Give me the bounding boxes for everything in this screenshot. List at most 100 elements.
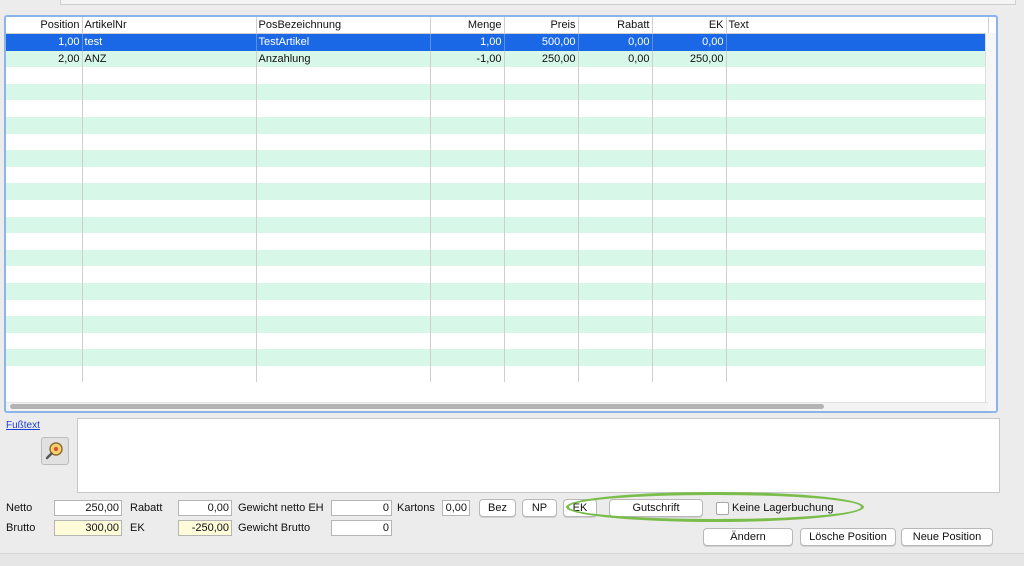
empty-cell[interactable] xyxy=(726,299,989,317)
aendern-button[interactable]: Ändern xyxy=(703,528,793,546)
keine-lagerbuchung-checkbox[interactable] xyxy=(716,502,729,515)
cell-menge[interactable]: 1,00 xyxy=(430,33,505,51)
positions-grid[interactable]: Position ArtikelNr PosBezeichnung Menge Prei… xyxy=(4,15,998,413)
empty-cell[interactable] xyxy=(256,349,431,366)
empty-cell[interactable] xyxy=(256,116,431,134)
empty-cell[interactable] xyxy=(652,316,727,333)
np-button[interactable]: NP xyxy=(522,499,557,517)
empty-cell[interactable] xyxy=(726,150,989,167)
empty-cell[interactable] xyxy=(504,199,579,217)
empty-cell[interactable] xyxy=(578,116,653,134)
empty-cell[interactable] xyxy=(256,316,431,333)
column-header-artikelnr[interactable]: ArtikelNr xyxy=(82,17,257,34)
empty-cell[interactable] xyxy=(726,282,989,300)
empty-cell[interactable] xyxy=(430,266,505,283)
table-row-empty[interactable] xyxy=(6,183,989,200)
empty-cell[interactable] xyxy=(726,249,989,267)
empty-cell[interactable] xyxy=(256,67,431,84)
empty-cell[interactable] xyxy=(726,67,989,84)
empty-cell[interactable] xyxy=(430,249,505,267)
empty-cell[interactable] xyxy=(652,199,727,217)
empty-cell[interactable] xyxy=(256,166,431,184)
empty-cell[interactable] xyxy=(504,365,579,383)
empty-cell[interactable] xyxy=(82,133,257,151)
empty-cell[interactable] xyxy=(6,266,83,283)
empty-cell[interactable] xyxy=(82,233,257,250)
empty-cell[interactable] xyxy=(6,249,83,267)
table-row-empty[interactable] xyxy=(6,332,989,350)
empty-cell[interactable] xyxy=(726,166,989,184)
table-row-empty[interactable] xyxy=(6,116,989,134)
empty-cell[interactable] xyxy=(504,249,579,267)
empty-cell[interactable] xyxy=(726,349,989,366)
empty-cell[interactable] xyxy=(726,365,989,383)
empty-cell[interactable] xyxy=(726,266,989,283)
empty-cell[interactable] xyxy=(726,332,989,350)
horizontal-scrollbar[interactable] xyxy=(6,402,988,411)
empty-cell[interactable] xyxy=(430,282,505,300)
column-header-text[interactable]: Text xyxy=(726,17,989,34)
ek-button[interactable]: EK xyxy=(563,499,597,517)
gewicht-brutto-field[interactable]: 0 xyxy=(331,520,392,536)
empty-cell[interactable] xyxy=(256,83,431,101)
cell-posbez[interactable]: Anzahlung xyxy=(256,50,431,68)
table-row-empty[interactable] xyxy=(6,67,989,84)
column-header-ek[interactable]: EK xyxy=(652,17,727,34)
empty-cell[interactable] xyxy=(652,216,727,234)
empty-cell[interactable] xyxy=(430,299,505,317)
table-row-empty[interactable] xyxy=(6,233,989,250)
empty-cell[interactable] xyxy=(82,249,257,267)
table-row-empty[interactable] xyxy=(6,299,989,317)
empty-cell[interactable] xyxy=(578,67,653,84)
empty-cell[interactable] xyxy=(82,67,257,84)
empty-cell[interactable] xyxy=(726,116,989,134)
empty-cell[interactable] xyxy=(652,100,727,117)
empty-cell[interactable] xyxy=(256,183,431,200)
gewicht-netto-field[interactable]: 0 xyxy=(331,500,392,516)
empty-cell[interactable] xyxy=(652,116,727,134)
empty-cell[interactable] xyxy=(430,365,505,383)
empty-cell[interactable] xyxy=(6,150,83,167)
empty-cell[interactable] xyxy=(726,233,989,250)
empty-cell[interactable] xyxy=(578,166,653,184)
empty-cell[interactable] xyxy=(504,83,579,101)
horizontal-scroll-thumb[interactable] xyxy=(10,404,824,409)
netto-field[interactable]: 250,00 xyxy=(54,500,122,516)
empty-cell[interactable] xyxy=(256,133,431,151)
empty-cell[interactable] xyxy=(652,266,727,283)
empty-cell[interactable] xyxy=(726,83,989,101)
empty-cell[interactable] xyxy=(82,199,257,217)
neue-position-button[interactable]: Neue Position xyxy=(901,528,993,546)
empty-cell[interactable] xyxy=(504,316,579,333)
empty-cell[interactable] xyxy=(652,233,727,250)
empty-cell[interactable] xyxy=(6,116,83,134)
cell-position[interactable]: 1,00 xyxy=(6,33,83,51)
empty-cell[interactable] xyxy=(726,133,989,151)
empty-cell[interactable] xyxy=(430,316,505,333)
empty-cell[interactable] xyxy=(504,150,579,167)
empty-cell[interactable] xyxy=(726,100,989,117)
vertical-scrollbar[interactable] xyxy=(985,33,996,411)
empty-cell[interactable] xyxy=(652,282,727,300)
empty-cell[interactable] xyxy=(652,166,727,184)
empty-cell[interactable] xyxy=(430,332,505,350)
empty-cell[interactable] xyxy=(82,282,257,300)
empty-cell[interactable] xyxy=(504,166,579,184)
cell-preis[interactable]: 250,00 xyxy=(504,50,579,68)
cell-rabatt[interactable]: 0,00 xyxy=(578,33,653,51)
empty-cell[interactable] xyxy=(430,216,505,234)
empty-cell[interactable] xyxy=(6,83,83,101)
empty-cell[interactable] xyxy=(652,150,727,167)
empty-cell[interactable] xyxy=(6,332,83,350)
empty-cell[interactable] xyxy=(256,365,431,383)
cell-text[interactable] xyxy=(726,33,989,51)
empty-cell[interactable] xyxy=(430,349,505,366)
empty-cell[interactable] xyxy=(578,316,653,333)
empty-cell[interactable] xyxy=(6,282,83,300)
table-row-empty[interactable] xyxy=(6,349,989,366)
table-row-empty[interactable] xyxy=(6,150,989,167)
empty-cell[interactable] xyxy=(82,316,257,333)
empty-cell[interactable] xyxy=(6,233,83,250)
empty-cell[interactable] xyxy=(82,332,257,350)
empty-cell[interactable] xyxy=(82,266,257,283)
